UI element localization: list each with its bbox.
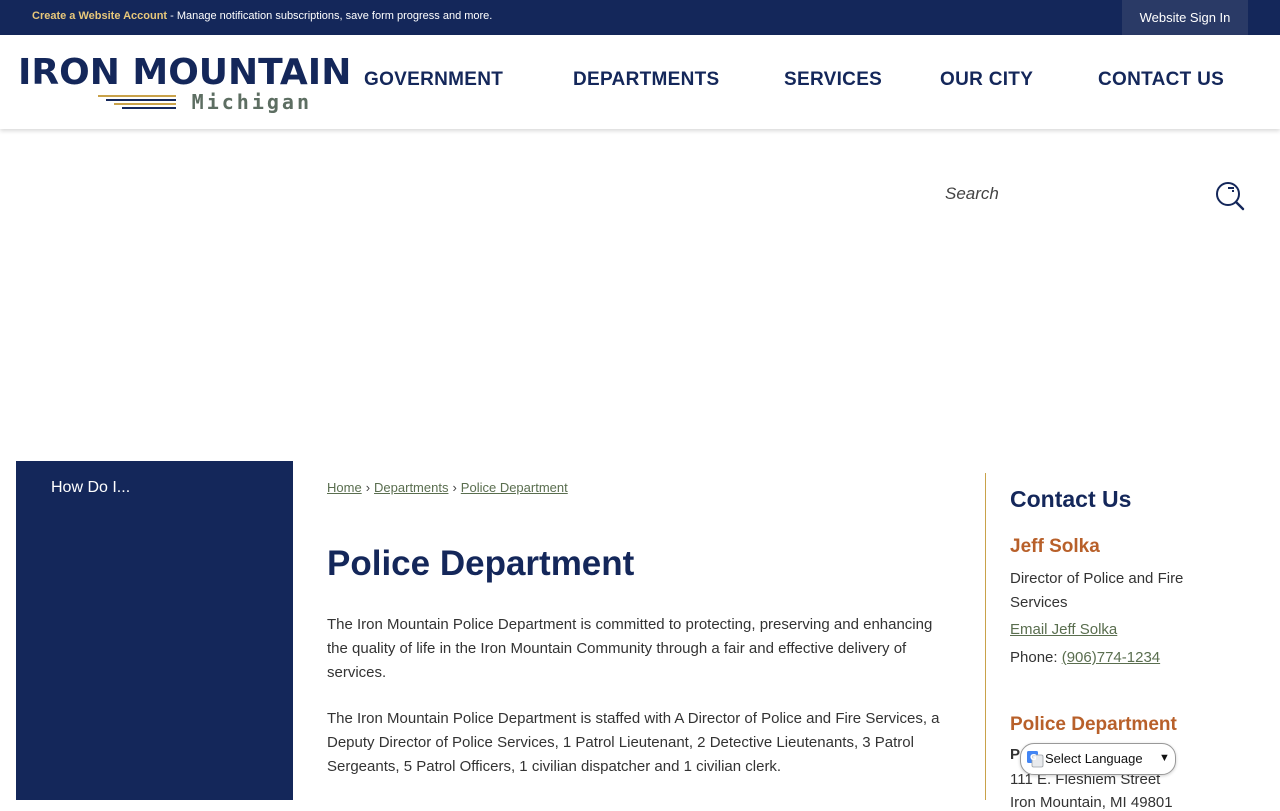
breadcrumb-separator: › (452, 480, 457, 495)
site-header: IRON MOUNTAIN Michigan GOVERNMENT DEPART… (0, 35, 1280, 129)
breadcrumb: Home › Departments › Police Department (327, 480, 952, 495)
address-line-1: P (1010, 746, 1021, 763)
nav-our-city[interactable]: OUR CITY (940, 69, 1033, 91)
breadcrumb-separator: › (365, 480, 371, 495)
logo-stripes (98, 95, 176, 111)
breadcrumb-home[interactable]: Home (327, 480, 362, 495)
how-do-i-link[interactable]: How Do I... (51, 479, 130, 497)
search-input[interactable]: Search (945, 184, 999, 204)
search-icon[interactable] (1215, 181, 1245, 211)
breadcrumb-police-department[interactable]: Police Department (461, 480, 568, 495)
sign-in-button[interactable]: Website Sign In (1122, 0, 1248, 35)
site-logo[interactable]: IRON MOUNTAIN Michigan (18, 53, 351, 117)
column-divider (985, 473, 986, 800)
contact-phone: Phone: (906)774-1234 (1010, 649, 1160, 666)
sidebar: How Do I... (16, 461, 293, 800)
phone-label: Phone: (1010, 649, 1062, 666)
account-description: - Manage notification subscriptions, sav… (167, 10, 493, 22)
nav-departments[interactable]: DEPARTMENTS (573, 69, 720, 91)
chevron-down-icon: ▼ (1159, 752, 1170, 764)
main-content: Home › Departments › Police Department Polic… (327, 480, 952, 775)
staff-paragraph: The Iron Mountain Police Department is s… (327, 710, 940, 775)
svg-text:G: G (1030, 753, 1037, 762)
nav-contact-us[interactable]: CONTACT US (1098, 69, 1224, 91)
phone-link[interactable]: (906)774-1234 (1062, 649, 1160, 666)
search-box[interactable]: Search (930, 170, 1250, 220)
language-select[interactable]: G Select Language ▼ (1020, 743, 1176, 775)
logo-subtitle: Michigan (191, 90, 312, 114)
contact-role: Director of Police and Fire Services (1010, 570, 1184, 611)
department-heading: Police Department (1010, 714, 1177, 735)
logo-title: IRON MOUNTAIN (18, 52, 352, 93)
contact-name: Jeff Solka (1010, 536, 1100, 557)
create-account-link[interactable]: Create a Website Account (32, 10, 167, 22)
intro-paragraph: The Iron Mountain Police Department is c… (327, 616, 933, 681)
contact-heading: Contact Us (1010, 486, 1132, 512)
google-translate-icon: G (1027, 751, 1044, 768)
address-line-3: Iron Mountain, MI 49801 (1010, 794, 1173, 811)
account-message: Create a Website Account - Manage notifi… (32, 10, 492, 22)
contact-email-link[interactable]: Email Jeff Solka (1010, 621, 1117, 638)
utility-bar: Create a Website Account - Manage notifi… (0, 0, 1280, 35)
nav-services[interactable]: SERVICES (784, 69, 882, 91)
language-select-label: Select Language (1045, 751, 1143, 766)
nav-government[interactable]: GOVERNMENT (364, 69, 503, 91)
breadcrumb-departments[interactable]: Departments (374, 480, 448, 495)
page-title: Police Department (327, 544, 635, 583)
